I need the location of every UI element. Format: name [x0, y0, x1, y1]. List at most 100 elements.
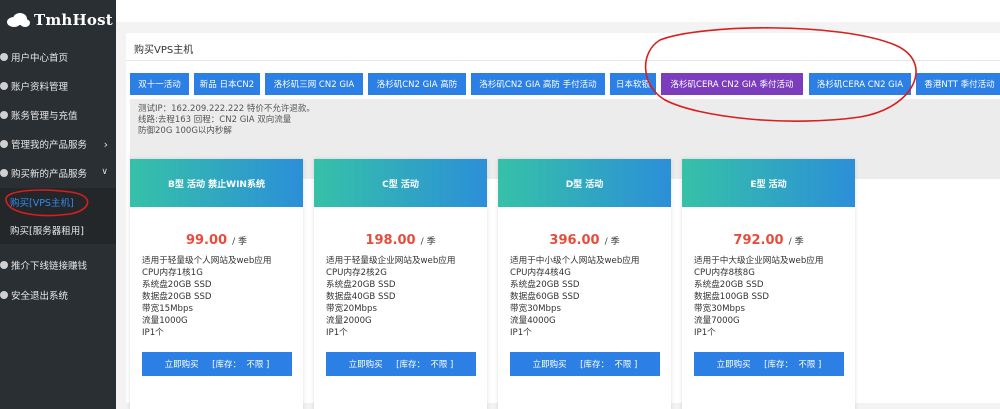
- product-name: E型 活动: [682, 159, 855, 207]
- buy-button[interactable]: 立即购买 [库存： 不限 ]: [142, 352, 292, 376]
- sidebar-item-label: 安全退出系统: [11, 291, 69, 302]
- spec-item: 带宽30Mbps: [510, 304, 561, 314]
- logo[interactable]: TmhHost: [0, 0, 116, 40]
- chevron-down-icon: ∨: [101, 167, 108, 177]
- divider: [126, 60, 1000, 61]
- top-bar: [116, 0, 1000, 22]
- spec-item: 系统盘20GB SSD: [326, 280, 396, 290]
- tab-la-gia-ddos[interactable]: 洛杉矶CN2 GIA 高防: [368, 73, 466, 95]
- spec-item: 带宽20Mbps: [326, 304, 377, 314]
- spec-item: IP1个: [694, 328, 716, 338]
- spec-item: IP1个: [142, 328, 164, 338]
- info-line: 线路:去程163 回程：CN2 GIA 双向流量: [138, 115, 292, 125]
- sidebar-item-label: 推介下线链接赚钱: [11, 261, 88, 272]
- product-card-d: D型 活动 396.00 / 季 适用于中小级个人网站及web应用 CPU内存4…: [498, 159, 671, 409]
- spec-item: 数据盘100GB SSD: [694, 292, 769, 302]
- spec-item: 系统盘20GB SSD: [510, 280, 580, 290]
- price-unit: / 季: [788, 237, 804, 247]
- spec-list: 适用于中大级企业网站及web应用 CPU内存8核8G 系统盘20GB SSD 数…: [694, 255, 824, 339]
- spec-item: 流量1000G: [142, 316, 188, 326]
- tab-double-eleven[interactable]: 双十一活动: [130, 73, 189, 95]
- tab-japan-cn2[interactable]: 新品 日本CN2: [194, 73, 260, 95]
- spec-item: IP1个: [510, 328, 532, 338]
- sidebar-item-logout[interactable]: 安全退出系统: [0, 280, 116, 310]
- price-value: 792.00: [733, 233, 784, 248]
- spec-item: 适用于轻量级企业网站及web应用: [326, 256, 456, 266]
- sidebar-item-label: 购买新的产品服务: [11, 168, 88, 180]
- product-price: 99.00 / 季: [130, 229, 303, 248]
- sidebar-item-profile[interactable]: 账户资料管理: [0, 71, 116, 100]
- product-price: 792.00 / 季: [682, 229, 855, 248]
- spec-list: 适用于中小级个人网站及web应用 CPU内存4核4G 系统盘20GB SSD 数…: [510, 255, 640, 339]
- spec-item: IP1个: [326, 328, 348, 338]
- price-unit: / 季: [232, 237, 248, 247]
- tab-la-three-net[interactable]: 洛杉矶三网 CN2 GIA: [265, 73, 363, 95]
- bullet-icon: [0, 81, 8, 90]
- spec-item: 适用于轻量级个人网站及web应用: [142, 256, 272, 266]
- spec-item: CPU内存4核4G: [510, 268, 571, 278]
- spec-list: 适用于轻量级个人网站及web应用 CPU内存1核1G 系统盘20GB SSD 数…: [142, 255, 272, 339]
- price-unit: / 季: [420, 237, 436, 247]
- price-value: 198.00: [365, 233, 416, 248]
- sidebar-item-buy-services[interactable]: 购买新的产品服务 ∨: [0, 158, 116, 187]
- sidebar-item-label: 用户中心首页: [11, 52, 69, 64]
- sidebar-item-my-services[interactable]: 管理我的产品服务 ›: [0, 129, 116, 158]
- bullet-icon: [0, 291, 8, 299]
- chevron-right-icon: ›: [103, 138, 108, 151]
- page-title: 购买VPS主机: [134, 45, 194, 56]
- bullet-icon: [0, 139, 8, 148]
- buy-button[interactable]: 立即购买 [库存： 不限 ]: [326, 352, 476, 376]
- sidebar-item-label: 管理我的产品服务: [11, 139, 88, 151]
- tab-la-gia-ddos-promo[interactable]: 洛杉矶CN2 GIA 高防 手付活动: [471, 73, 605, 95]
- buy-button[interactable]: 立即购买 [库存： 不限 ]: [694, 352, 844, 376]
- spec-list: 适用于轻量级企业网站及web应用 CPU内存2核2G 系统盘20GB SSD 数…: [326, 255, 456, 339]
- spec-item: 系统盘20GB SSD: [694, 280, 764, 290]
- main-panel: 购买VPS主机 双十一活动 新品 日本CN2 洛杉矶三网 CN2 GIA 洛杉矶…: [126, 33, 1000, 409]
- product-card-b: B型 活动 禁止WIN系统 99.00 / 季 适用于轻量级个人网站及web应用…: [130, 159, 303, 409]
- brand-name: TmhHost: [34, 11, 113, 29]
- sidebar-item-billing[interactable]: 账务管理与充值: [0, 100, 116, 129]
- buy-button[interactable]: 立即购买 [库存： 不限 ]: [510, 352, 660, 376]
- bullet-icon: [0, 168, 8, 177]
- cloud-icon: [6, 12, 30, 28]
- sidebar-subitem-buy-server[interactable]: 购买[服务器租用]: [0, 216, 116, 244]
- tab-japan-softbank[interactable]: 日本软银: [610, 73, 656, 95]
- spec-item: 流量7000G: [694, 316, 740, 326]
- spec-item: 流量2000G: [326, 316, 372, 326]
- product-price: 198.00 / 季: [314, 229, 487, 248]
- product-name: C型 活动: [314, 159, 487, 207]
- tab-la-cera[interactable]: 洛杉矶CERA CN2 GIA: [809, 73, 911, 95]
- spec-item: 带宽30Mbps: [694, 304, 745, 314]
- spec-item: 数据盘60GB SSD: [510, 292, 580, 302]
- info-line: 测试IP：162.209.222.222 特价不允许退款。: [138, 104, 315, 114]
- price-value: 99.00: [185, 233, 228, 248]
- product-card-c: C型 活动 198.00 / 季 适用于轻量级企业网站及web应用 CPU内存2…: [314, 159, 487, 409]
- sidebar-subitem-buy-vps[interactable]: 购买[VPS主机]: [0, 188, 116, 216]
- product-card-e: E型 活动 792.00 / 季 适用于中大级企业网站及web应用 CPU内存8…: [682, 159, 855, 409]
- spec-item: CPU内存2核2G: [326, 268, 387, 278]
- spec-item: 适用于中大级企业网站及web应用: [694, 256, 824, 266]
- spec-item: 数据盘40GB SSD: [326, 292, 396, 302]
- spec-item: 流量4000G: [510, 316, 556, 326]
- sidebar-item-referral[interactable]: 推介下线链接赚钱: [0, 250, 116, 280]
- price-unit: / 季: [604, 237, 620, 247]
- tab-hk-ntt[interactable]: 香港NTT 季付活动: [916, 73, 1000, 95]
- product-price: 396.00 / 季: [498, 229, 671, 248]
- product-name: D型 活动: [498, 159, 671, 207]
- sidebar: TmhHost 用户中心首页 账户资料管理 账务管理与充值 管理我的产品服务 ›…: [0, 0, 116, 409]
- sidebar-item-label: 账户资料管理: [11, 81, 69, 93]
- bullet-icon: [0, 261, 8, 269]
- bullet-icon: [0, 52, 8, 61]
- spec-item: CPU内存1核1G: [142, 268, 203, 278]
- sidebar-item-home[interactable]: 用户中心首页: [0, 42, 116, 71]
- sidebar-item-label: 账务管理与充值: [11, 110, 78, 122]
- product-name: B型 活动 禁止WIN系统: [130, 159, 303, 207]
- bullet-icon: [0, 110, 8, 119]
- tab-la-cera-promo[interactable]: 洛杉矶CERA CN2 GIA 季付活动: [661, 73, 803, 95]
- spec-item: 适用于中小级个人网站及web应用: [510, 256, 640, 266]
- price-value: 396.00: [549, 233, 600, 248]
- info-line: 防御20G 100G以内秒解: [138, 126, 232, 136]
- spec-item: 带宽15Mbps: [142, 304, 193, 314]
- spec-item: 数据盘20GB SSD: [142, 292, 212, 302]
- spec-item: 系统盘20GB SSD: [142, 280, 212, 290]
